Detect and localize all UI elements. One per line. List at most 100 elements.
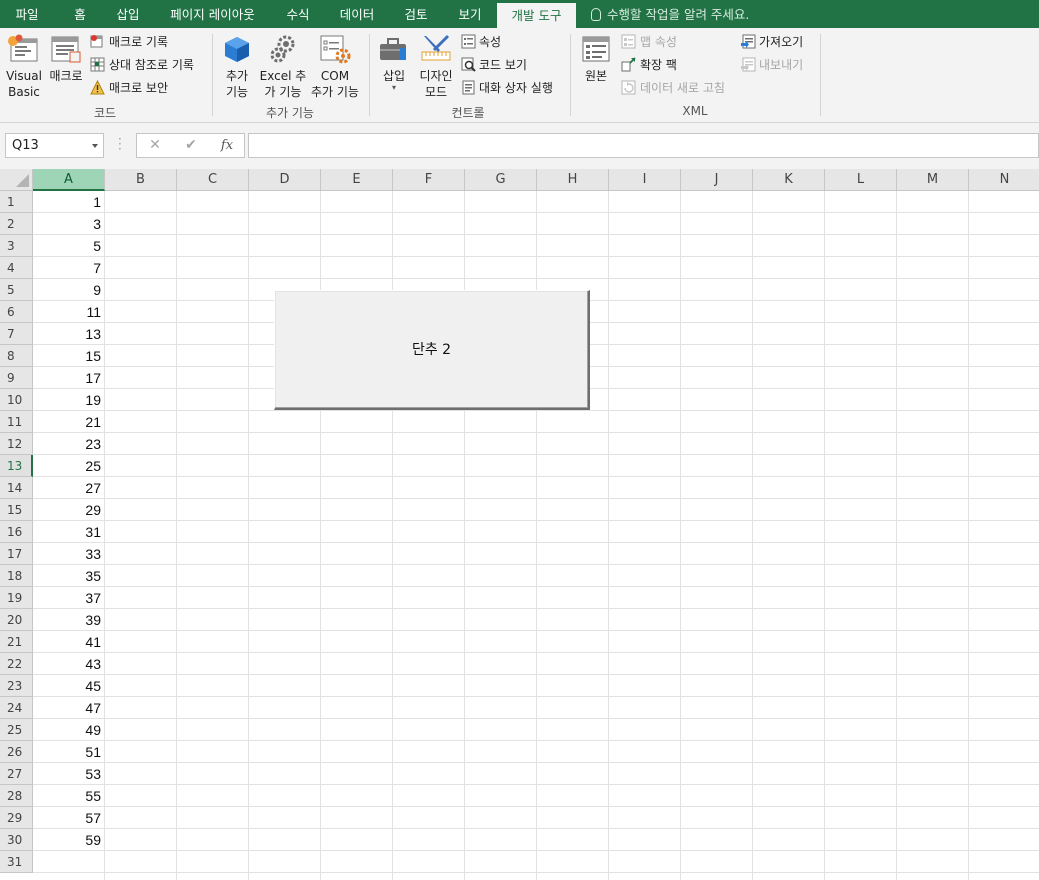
cell-a24[interactable]: 47 (33, 697, 105, 719)
row-header-10[interactable]: 10 (0, 389, 33, 411)
cancel-icon[interactable]: ✕ (140, 134, 170, 157)
column-header-d[interactable]: D (249, 169, 321, 191)
row-header-15[interactable]: 15 (0, 499, 33, 521)
refresh-data-button[interactable]: 데이터 새로 고침 (640, 80, 725, 96)
row-header-20[interactable]: 20 (0, 609, 33, 631)
column-header-b[interactable]: B (105, 169, 177, 191)
cell-a20[interactable]: 39 (33, 609, 105, 631)
row-header-28[interactable]: 28 (0, 785, 33, 807)
row-header-17[interactable]: 17 (0, 543, 33, 565)
row-header-30[interactable]: 30 (0, 829, 33, 851)
cell-a10[interactable]: 19 (33, 389, 105, 411)
row-header-9[interactable]: 9 (0, 367, 33, 389)
cell-a19[interactable]: 37 (33, 587, 105, 609)
cell-a15[interactable]: 29 (33, 499, 105, 521)
tab-home[interactable]: 홈 (62, 0, 98, 28)
row-header-11[interactable]: 11 (0, 411, 33, 433)
excel-addins-button[interactable]: Excel 추 가 기능 (258, 68, 308, 100)
tab-file[interactable]: 파일 (5, 0, 49, 28)
enter-icon[interactable]: ✔ (176, 134, 206, 157)
cell-a29[interactable]: 57 (33, 807, 105, 829)
cell-a23[interactable]: 45 (33, 675, 105, 697)
tab-review[interactable]: 검토 (393, 0, 439, 28)
cell-a2[interactable]: 3 (33, 213, 105, 235)
cell-a17[interactable]: 33 (33, 543, 105, 565)
cell-a25[interactable]: 49 (33, 719, 105, 741)
cell-a30[interactable]: 59 (33, 829, 105, 851)
row-header-26[interactable]: 26 (0, 741, 33, 763)
addins-button[interactable]: 추가 기능 (220, 68, 254, 100)
cell-a11[interactable]: 21 (33, 411, 105, 433)
select-all-button[interactable] (0, 169, 33, 191)
insert-function-icon[interactable]: fx (212, 134, 242, 157)
row-header-22[interactable]: 22 (0, 653, 33, 675)
column-header-g[interactable]: G (465, 169, 537, 191)
column-header-n[interactable]: N (969, 169, 1039, 191)
cell-a26[interactable]: 51 (33, 741, 105, 763)
record-macro-button[interactable]: 매크로 기록 (109, 34, 168, 50)
insert-control-button[interactable]: 삽입 ▾ (378, 68, 410, 92)
relative-reference-button[interactable]: 상대 참조로 기록 (109, 57, 194, 73)
column-header-k[interactable]: K (753, 169, 825, 191)
row-header-19[interactable]: 19 (0, 587, 33, 609)
row-header-18[interactable]: 18 (0, 565, 33, 587)
row-header-23[interactable]: 23 (0, 675, 33, 697)
row-header-24[interactable]: 24 (0, 697, 33, 719)
cell-a27[interactable]: 53 (33, 763, 105, 785)
column-header-a[interactable]: A (33, 169, 105, 191)
column-header-i[interactable]: I (609, 169, 681, 191)
cell-a8[interactable]: 15 (33, 345, 105, 367)
com-addins-button[interactable]: COM 추가 기능 (306, 68, 364, 100)
cell-a22[interactable]: 43 (33, 653, 105, 675)
row-header-2[interactable]: 2 (0, 213, 33, 235)
properties-button[interactable]: 속성 (479, 34, 501, 50)
form-button[interactable]: 단추 2 (274, 290, 590, 410)
cell-a28[interactable]: 55 (33, 785, 105, 807)
expansion-packs-button[interactable]: 확장 팩 (640, 57, 677, 73)
row-header-5[interactable]: 5 (0, 279, 33, 301)
row-header-1[interactable]: 1 (0, 191, 33, 213)
cell-a21[interactable]: 41 (33, 631, 105, 653)
cell-a1[interactable]: 1 (33, 191, 105, 213)
column-header-f[interactable]: F (393, 169, 465, 191)
row-header-16[interactable]: 16 (0, 521, 33, 543)
cell-a16[interactable]: 31 (33, 521, 105, 543)
design-mode-button[interactable]: 디자인 모드 (414, 68, 458, 100)
cell-a5[interactable]: 9 (33, 279, 105, 301)
cell-a12[interactable]: 23 (33, 433, 105, 455)
row-header-25[interactable]: 25 (0, 719, 33, 741)
map-properties-button[interactable]: 맵 속성 (640, 34, 677, 50)
run-dialog-button[interactable]: 대화 상자 실행 (479, 80, 553, 96)
worksheet-grid[interactable]: ABCDEFGHIJKLMN 1 2 3 4 5 6 7 8 9 10 11 12 13 14 15 16 17… (0, 169, 1039, 880)
column-header-c[interactable]: C (177, 169, 249, 191)
row-header-12[interactable]: 12 (0, 433, 33, 455)
column-header-l[interactable]: L (825, 169, 897, 191)
cell-a9[interactable]: 17 (33, 367, 105, 389)
macros-button[interactable]: 매크로 (46, 68, 86, 84)
row-header-21[interactable]: 21 (0, 631, 33, 653)
xml-source-button[interactable]: 원본 (580, 68, 612, 84)
row-header-6[interactable]: 6 (0, 301, 33, 323)
column-header-e[interactable]: E (321, 169, 393, 191)
row-header-8[interactable]: 8 (0, 345, 33, 367)
cell-a4[interactable]: 7 (33, 257, 105, 279)
tell-me-box[interactable]: 수행할 작업을 알려 주세요. (591, 0, 749, 28)
cell-a6[interactable]: 11 (33, 301, 105, 323)
tab-insert[interactable]: 삽입 (105, 0, 151, 28)
export-button[interactable]: 내보내기 (759, 57, 803, 73)
row-header-3[interactable]: 3 (0, 235, 33, 257)
row-header-29[interactable]: 29 (0, 807, 33, 829)
tab-page-layout[interactable]: 페이지 레이아웃 (160, 0, 265, 28)
macro-security-button[interactable]: 매크로 보안 (109, 80, 168, 96)
row-header-14[interactable]: 14 (0, 477, 33, 499)
cell-a13[interactable]: 25 (33, 455, 105, 477)
view-code-button[interactable]: 코드 보기 (479, 57, 527, 73)
cell-a3[interactable]: 5 (33, 235, 105, 257)
formula-input[interactable] (248, 133, 1039, 158)
cell-a18[interactable]: 35 (33, 565, 105, 587)
column-header-m[interactable]: M (897, 169, 969, 191)
row-header-7[interactable]: 7 (0, 323, 33, 345)
column-header-h[interactable]: H (537, 169, 609, 191)
formula-bar-resize-handle[interactable]: · · · (118, 133, 122, 155)
tab-formulas[interactable]: 수식 (275, 0, 321, 28)
